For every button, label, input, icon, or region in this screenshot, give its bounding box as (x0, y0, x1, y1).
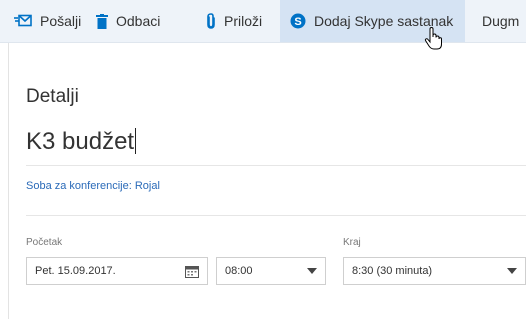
skype-icon: S (290, 13, 306, 29)
chevron-down-icon (307, 258, 317, 284)
chevron-down-icon (507, 258, 517, 284)
svg-text:S: S (294, 16, 301, 28)
end-label: Kraj (343, 237, 361, 248)
room-divider (26, 215, 526, 216)
more-buttons[interactable]: Dugm (482, 0, 519, 42)
trash-icon (96, 13, 108, 29)
send-label: Pošalji (40, 13, 82, 29)
start-label: Početak (26, 237, 63, 248)
end-time-dropdown[interactable]: 8:30 (30 minuta) (343, 257, 526, 285)
send-icon (14, 14, 32, 28)
start-time-dropdown[interactable]: 08:00 (216, 257, 326, 285)
send-button[interactable]: Pošalji (14, 0, 81, 42)
attach-button[interactable]: Priloži (206, 0, 262, 42)
subject-divider (26, 165, 526, 166)
more-label: Dugm (482, 13, 520, 29)
details-heading: Detalji (26, 86, 79, 107)
calendar-icon[interactable] (185, 258, 199, 284)
text-caret (135, 128, 137, 154)
paperclip-icon (206, 13, 216, 29)
start-date-picker[interactable]: Pet. 15.09.2017. (26, 257, 208, 285)
subject-text: K3 budžet (26, 128, 135, 155)
attach-label: Priloži (224, 13, 263, 29)
start-date-value: Pet. 15.09.2017. (35, 265, 116, 277)
subject-input[interactable]: K3 budžet (26, 128, 137, 156)
room-link[interactable]: Soba za konferencije: Rojal (26, 180, 160, 192)
command-toolbar: Pošalji Odbaci Priloži S Dodaj Skype sas… (0, 0, 526, 43)
discard-button[interactable]: Odbaci (96, 0, 160, 42)
discard-label: Odbaci (116, 13, 161, 29)
end-time-value: 8:30 (30 minuta) (352, 265, 433, 277)
start-time-value: 08:00 (225, 265, 253, 277)
